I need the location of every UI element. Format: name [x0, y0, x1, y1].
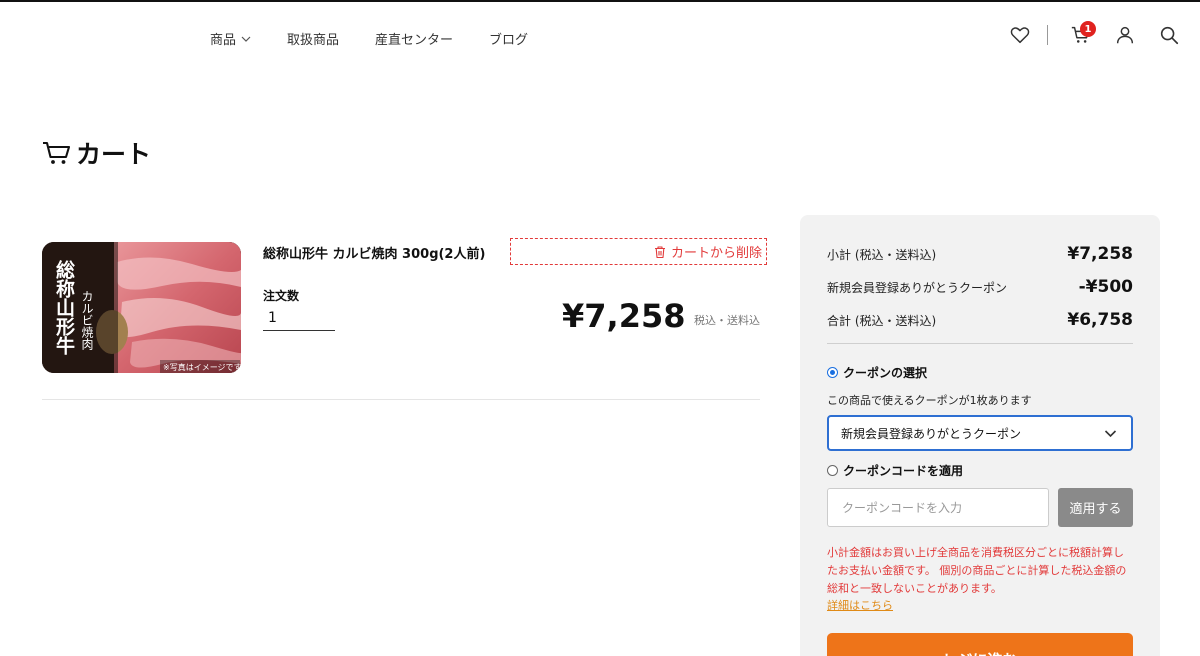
nav-item-label: ブログ — [489, 33, 529, 48]
product-image-title: 総称山形牛 — [53, 259, 75, 356]
page-title: カート — [42, 135, 151, 171]
checkout-button[interactable]: レジに進む — [827, 633, 1133, 656]
product-name[interactable]: 総称山形牛 カルビ焼肉 300g(2人前) — [263, 243, 485, 262]
page-title-text: カート — [76, 140, 152, 169]
item-divider — [42, 399, 760, 400]
coupon-discount-label: 新規会員登録ありがとうクーポン — [827, 280, 1008, 295]
product-price: ¥7,258 — [562, 297, 686, 335]
quantity-input[interactable] — [263, 305, 335, 331]
nav-item-label: 取扱商品 — [287, 33, 340, 48]
product-photo-illustration: 総称山形牛 カルビ焼肉 ※写真はイメージです — [42, 242, 241, 373]
apply-coupon-button[interactable]: 適用する — [1058, 488, 1133, 527]
radio-button[interactable] — [827, 465, 838, 476]
header-divider — [1047, 25, 1048, 45]
remove-from-cart-label: カートから削除 — [670, 246, 762, 261]
site-header: 商品 取扱商品 産直センター ブログ 1 — [0, 2, 1200, 72]
heart-icon[interactable] — [1009, 24, 1031, 46]
order-summary-panel: 小計 (税込・送料込) ¥7,258 新規会員登録ありがとうクーポン -¥500… — [800, 215, 1160, 656]
total-label: 合計 (税込・送料込) — [827, 313, 937, 328]
price-tax-note: 税込・送料込 — [694, 314, 760, 327]
coupon-select-heading: クーポンの選択 — [843, 366, 928, 380]
coupon-code-heading: クーポンコードを適用 — [843, 464, 964, 478]
nav-item-direct-center[interactable]: 産直センター — [375, 29, 453, 48]
total-row: 合計 (税込・送料込) ¥6,758 — [827, 310, 1133, 330]
coupon-available-note: この商品で使えるクーポンが1枚あります — [827, 394, 1032, 407]
main-nav: 商品 取扱商品 産直センター ブログ — [210, 29, 528, 48]
subtotal-value: ¥7,258 — [1067, 244, 1133, 264]
coupon-dropdown[interactable]: 新規会員登録ありがとうクーポン — [827, 415, 1133, 451]
header-icons: 1 — [1009, 21, 1180, 46]
summary-divider — [827, 343, 1133, 344]
tax-notice: 小計金額はお買い上げ全商品を消費税区分ごとに税額計算したお支払い金額です。 個別… — [827, 546, 1127, 595]
nav-item-label: 産直センター — [375, 33, 454, 48]
coupon-dropdown-value: 新規会員登録ありがとうクーポン — [841, 426, 1022, 441]
nav-item-blog[interactable]: ブログ — [489, 29, 528, 48]
coupon-discount-value: -¥500 — [1078, 277, 1133, 297]
details-link[interactable]: 詳細はこちら — [827, 597, 893, 613]
product-image-subtitle: カルビ焼肉 — [80, 290, 94, 350]
coupon-discount-row: 新規会員登録ありがとうクーポン -¥500 — [827, 277, 1133, 297]
search-icon[interactable] — [1158, 24, 1180, 46]
user-icon[interactable] — [1114, 24, 1136, 46]
nav-item-handled-products[interactable]: 取扱商品 — [287, 29, 339, 48]
coupon-code-input[interactable] — [827, 488, 1049, 527]
product-image[interactable]: 総称山形牛 カルビ焼肉 ※写真はイメージです — [42, 242, 241, 373]
header-cart-button[interactable]: 1 — [1070, 21, 1096, 46]
radio-button-selected[interactable] — [827, 367, 838, 378]
total-value: ¥6,758 — [1067, 310, 1133, 330]
cart-icon — [43, 141, 71, 164]
coupon-select-radio[interactable]: クーポンの選択 — [827, 364, 927, 381]
nav-item-label: 商品 — [210, 33, 237, 48]
cart-count-badge: 1 — [1080, 21, 1096, 37]
coupon-code-radio[interactable]: クーポンコードを適用 — [827, 462, 963, 479]
quantity-label: 注文数 — [263, 289, 300, 303]
nav-item-products[interactable]: 商品 — [210, 29, 251, 48]
subtotal-row: 小計 (税込・送料込) ¥7,258 — [827, 244, 1133, 264]
remove-from-cart-button[interactable]: カートから削除 — [510, 238, 767, 265]
subtotal-label: 小計 (税込・送料込) — [827, 247, 937, 262]
product-image-caption: ※写真はイメージです — [163, 362, 241, 372]
chevron-down-icon — [241, 36, 251, 42]
chevron-down-icon — [1104, 429, 1117, 437]
trash-icon — [654, 245, 665, 258]
